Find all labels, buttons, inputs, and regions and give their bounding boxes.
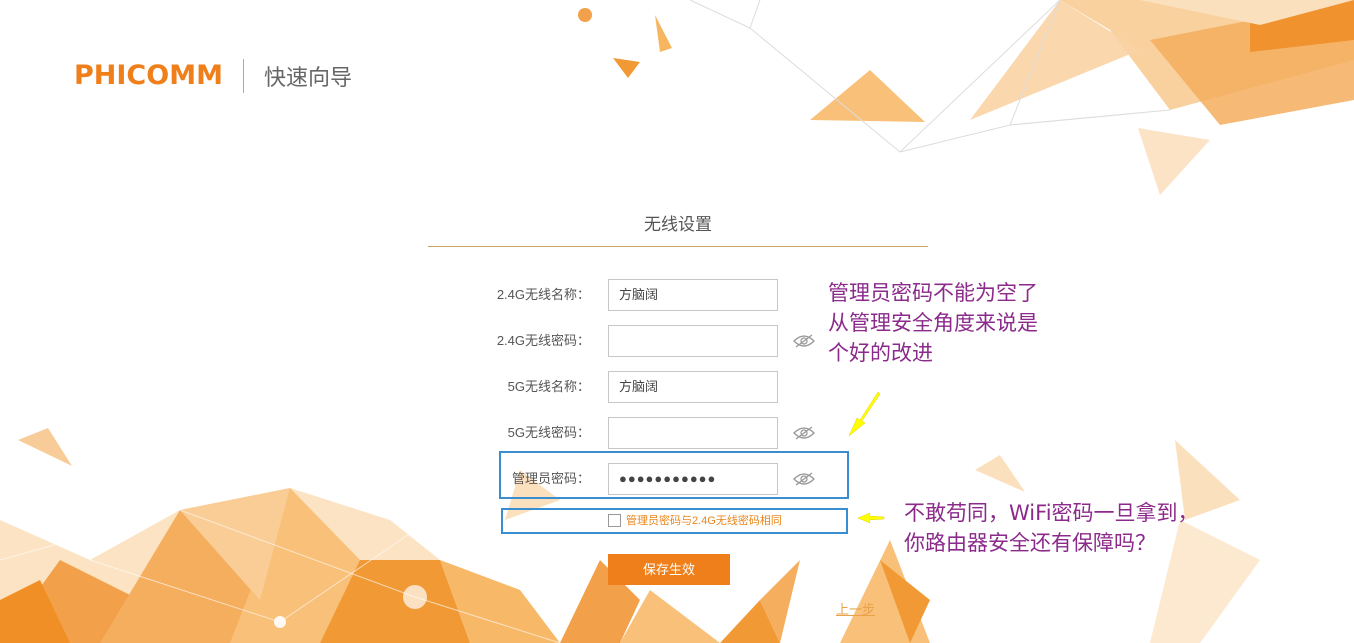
- wifi-5g-ssid-input[interactable]: 方脑阔: [608, 371, 778, 403]
- toggle-password-visibility-icon[interactable]: [793, 334, 815, 348]
- yellow-arrow-icon: [848, 391, 881, 437]
- checkbox-highlight-box: [501, 508, 848, 534]
- annotation-note-2: 不敢苟同，WiFi密码一旦拿到， 你路由器安全还有保障吗？: [904, 498, 1199, 558]
- page-subtitle: 快速向导: [263, 65, 352, 90]
- annotation-line: 管理员密码不能为空了: [828, 281, 1038, 305]
- section-divider: [428, 246, 928, 247]
- brand-logo: PHICOMM: [74, 60, 223, 91]
- admin-password-highlight-box: [499, 451, 849, 499]
- field-label-24g-password: 2.4G无线密码：: [496, 333, 590, 348]
- field-label-24g-ssid: 2.4G无线名称：: [496, 287, 590, 302]
- yellow-arrow-icon: [857, 512, 885, 524]
- annotation-line: 从管理安全角度来说是: [828, 311, 1038, 335]
- header: PHICOMM 快速向导: [74, 58, 352, 94]
- wifi-5g-password-input[interactable]: [608, 417, 778, 449]
- header-divider: [242, 59, 244, 93]
- previous-step-link[interactable]: 上一步: [836, 599, 875, 618]
- annotation-line: 不敢苟同，WiFi密码一旦拿到，: [904, 501, 1199, 525]
- toggle-password-visibility-icon[interactable]: [793, 426, 815, 440]
- annotation-line: 你路由器安全还有保障吗？: [904, 531, 1156, 555]
- field-label-5g-password: 5G无线密码：: [507, 425, 590, 440]
- wifi-24g-ssid-input[interactable]: 方脑阔: [608, 279, 778, 311]
- wifi-24g-password-input[interactable]: [608, 325, 778, 357]
- section-title: 无线设置: [644, 215, 712, 234]
- save-button[interactable]: 保存生效: [608, 554, 730, 585]
- field-label-5g-ssid: 5G无线名称：: [507, 379, 590, 394]
- annotation-note-1: 管理员密码不能为空了 从管理安全角度来说是 个好的改进: [828, 278, 1038, 368]
- annotation-line: 个好的改进: [828, 341, 933, 365]
